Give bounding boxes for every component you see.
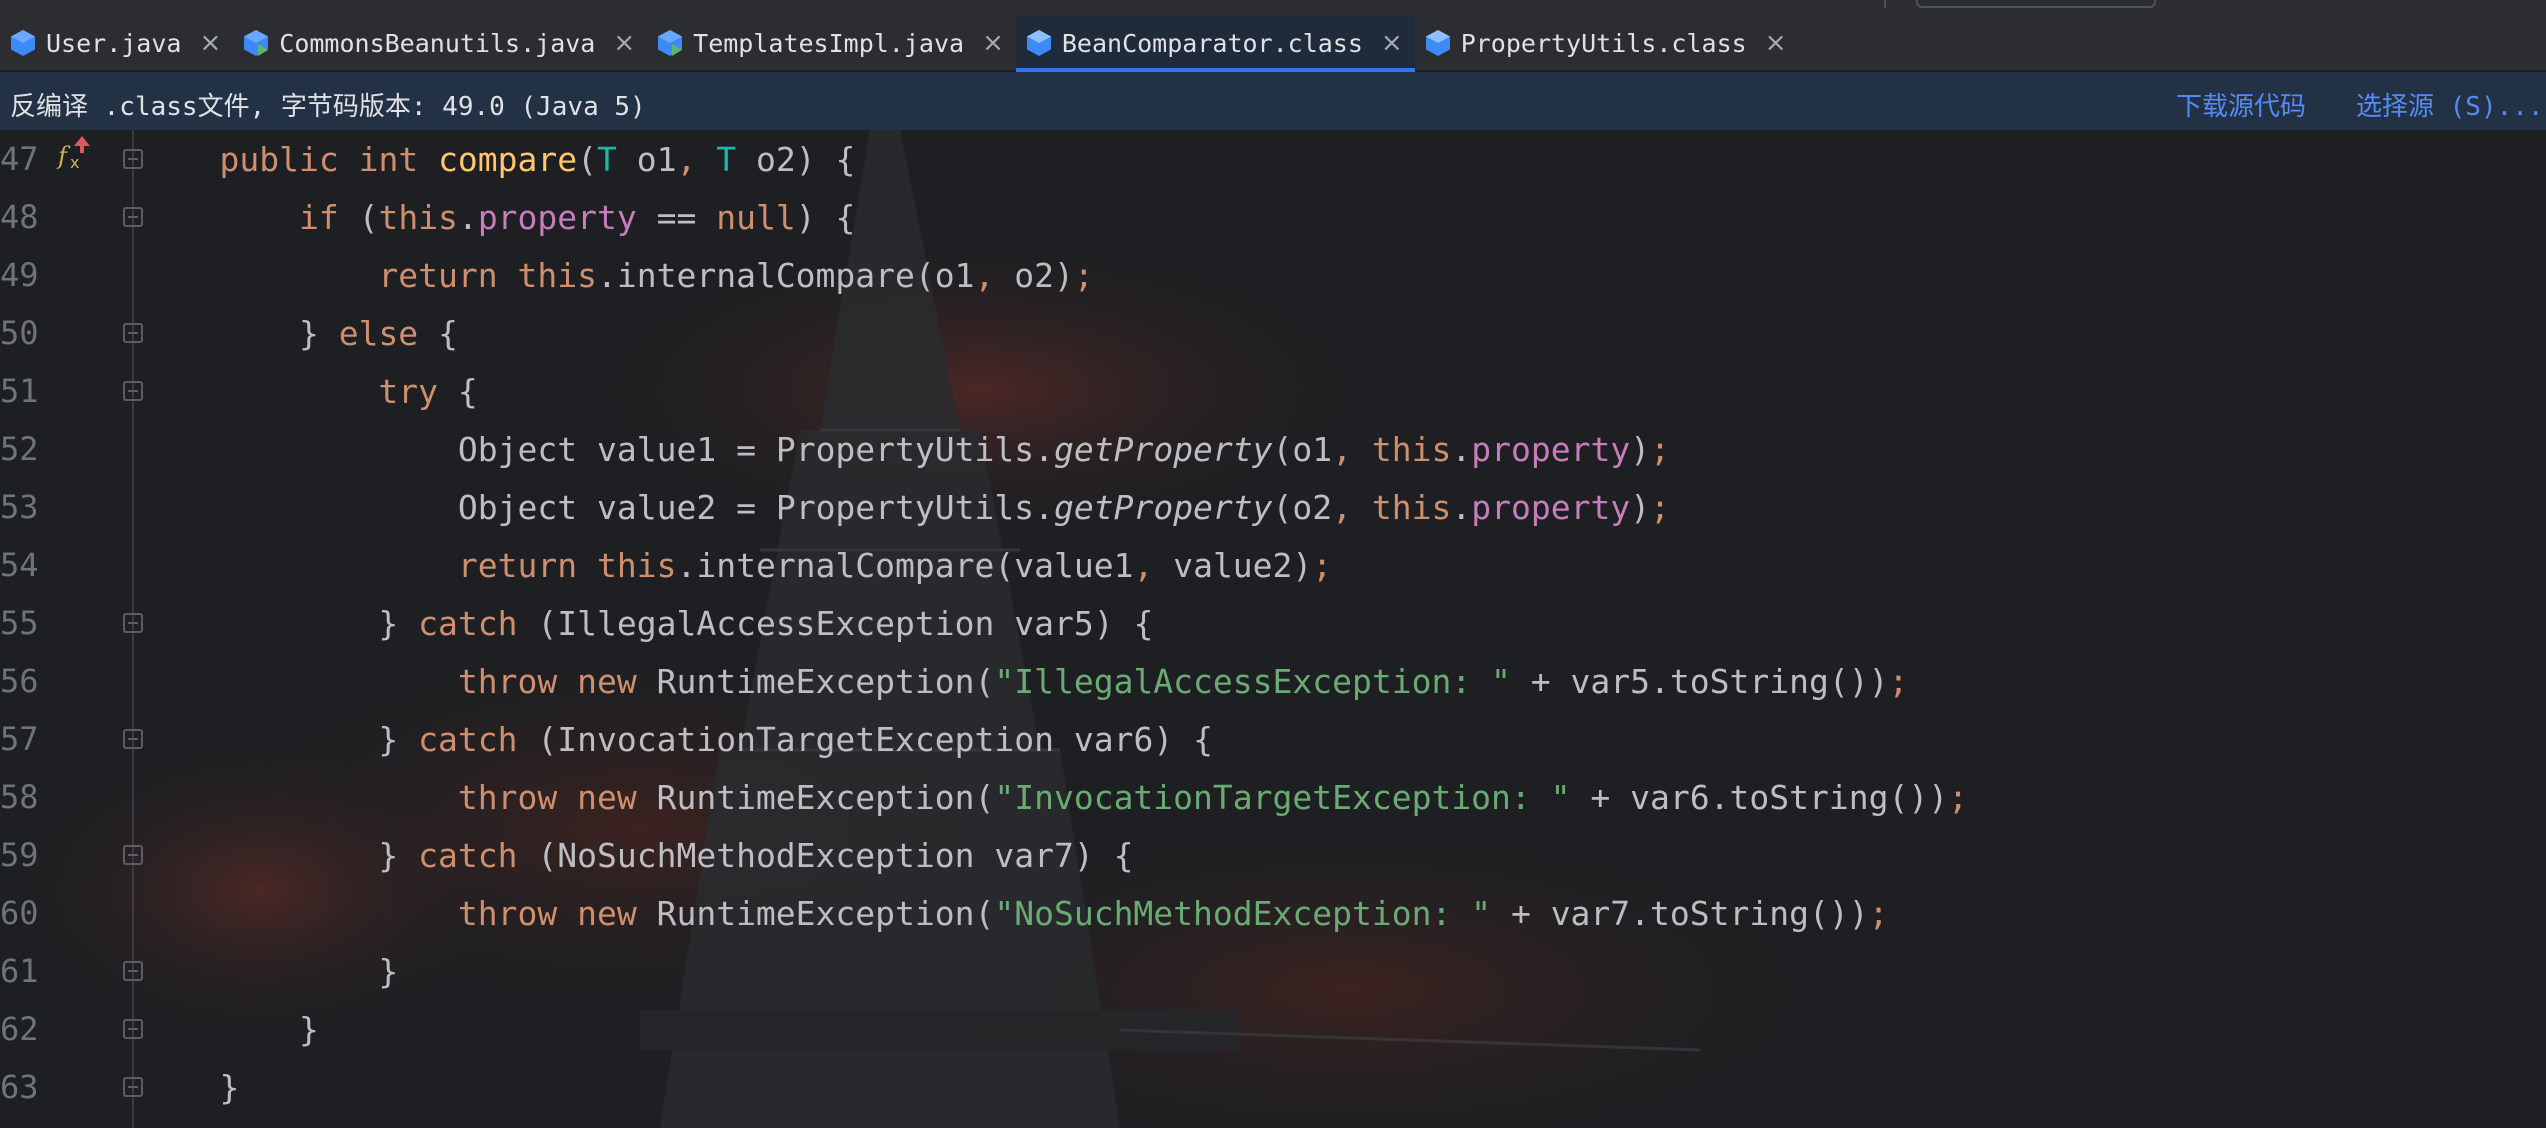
code-line[interactable]: 53 Object value2 = PropertyUtils.getProp… bbox=[0, 480, 2546, 538]
line-number: 49 bbox=[0, 256, 39, 294]
java-class-icon bbox=[11, 30, 35, 56]
close-icon[interactable]: × bbox=[982, 30, 1004, 56]
code-text: } bbox=[219, 1068, 240, 1107]
tab-commonsbeanutils-java[interactable]: CommonsBeanutils.java × bbox=[233, 16, 647, 70]
code-line[interactable]: 54 return this.internalCompare(value1, v… bbox=[0, 538, 2546, 596]
download-source-link[interactable]: 下载源代码 bbox=[2176, 86, 2306, 123]
code-line[interactable]: 57 } catch (InvocationTargetException va… bbox=[0, 712, 2546, 770]
code-text: throw new RuntimeException("InvocationTa… bbox=[457, 778, 1968, 817]
code-text: throw new RuntimeException("IllegalAcces… bbox=[457, 662, 1909, 701]
line-number: 61 bbox=[0, 952, 39, 990]
code-text: } else { bbox=[298, 314, 458, 353]
code-editor[interactable]: f x 47 public int compare(T o1, T o2) {4… bbox=[0, 130, 2546, 1128]
code-line[interactable]: 61 } bbox=[0, 944, 2546, 1002]
close-icon[interactable]: × bbox=[613, 30, 635, 56]
code-text: } catch (NoSuchMethodException var7) { bbox=[378, 836, 1134, 875]
tab-label: PropertyUtils.class bbox=[1460, 28, 1747, 58]
code-line[interactable]: 47 public int compare(T o1, T o2) { bbox=[0, 132, 2546, 190]
line-number: 50 bbox=[0, 314, 39, 352]
code-text: throw new RuntimeException("NoSuchMethod… bbox=[457, 894, 1889, 933]
tab-user-java[interactable]: User.java × bbox=[0, 16, 233, 70]
decompiled-message: 反编译 .class文件, 字节码版本: 49.0 (Java 5) bbox=[10, 92, 646, 122]
line-number: 59 bbox=[0, 836, 39, 874]
code-line[interactable]: 63 } bbox=[0, 1060, 2546, 1118]
code-line[interactable]: 60 throw new RuntimeException("NoSuchMet… bbox=[0, 886, 2546, 944]
tab-templatesimpl-java[interactable]: TemplatesImpl.java × bbox=[647, 16, 1016, 70]
line-number: 60 bbox=[0, 894, 39, 932]
line-number: 53 bbox=[0, 488, 39, 526]
line-number: 56 bbox=[0, 662, 39, 700]
line-number: 54 bbox=[0, 546, 39, 584]
code-text: } bbox=[298, 1010, 319, 1049]
java-class-run-icon bbox=[658, 30, 683, 56]
tab-label: BeanComparator.class bbox=[1061, 28, 1363, 58]
code-line[interactable]: 58 throw new RuntimeException("Invocatio… bbox=[0, 770, 2546, 828]
line-number: 57 bbox=[0, 720, 39, 758]
code-text: try { bbox=[378, 372, 478, 411]
code-line[interactable]: 49 return this.internalCompare(o1, o2); bbox=[0, 248, 2546, 306]
close-icon[interactable]: × bbox=[1381, 30, 1403, 56]
code-line[interactable]: 55 } catch (IllegalAccessException var5)… bbox=[0, 596, 2546, 654]
code-text: public int compare(T o1, T o2) { bbox=[219, 140, 856, 179]
line-number: 58 bbox=[0, 778, 39, 816]
code-line[interactable]: 56 throw new RuntimeException("IllegalAc… bbox=[0, 654, 2546, 712]
code-line[interactable]: 51 try { bbox=[0, 364, 2546, 422]
code-text: } bbox=[378, 952, 399, 991]
toolbar-separator bbox=[1884, 0, 1886, 8]
search-field[interactable] bbox=[1916, 0, 2156, 8]
code-line[interactable]: 48 if (this.property == null) { bbox=[0, 190, 2546, 248]
tab-propertyutils-class[interactable]: PropertyUtils.class × bbox=[1415, 16, 1799, 70]
line-number: 48 bbox=[0, 198, 39, 236]
line-number: 51 bbox=[0, 372, 39, 410]
line-number: 63 bbox=[0, 1068, 39, 1106]
line-number: 52 bbox=[0, 430, 39, 468]
tab-label: CommonsBeanutils.java bbox=[279, 28, 596, 58]
code-text: return this.internalCompare(o1, o2); bbox=[378, 256, 1094, 295]
code-text: Object value1 = PropertyUtils.getPropert… bbox=[457, 430, 1670, 469]
line-number: 55 bbox=[0, 604, 39, 642]
tab-label: TemplatesImpl.java bbox=[693, 28, 965, 58]
ide-window: User.java × CommonsBeanutils.java × Temp… bbox=[0, 0, 2546, 1128]
class-file-icon bbox=[1026, 30, 1051, 56]
code-text: return this.internalCompare(value1, valu… bbox=[457, 546, 1333, 585]
close-icon[interactable]: × bbox=[1765, 30, 1787, 56]
code-line[interactable]: 59 } catch (NoSuchMethodException var7) … bbox=[0, 828, 2546, 886]
code-line[interactable]: 50 } else { bbox=[0, 306, 2546, 364]
choose-source-link[interactable]: 选择源 (S)... bbox=[2356, 86, 2544, 123]
code-text: Object value2 = PropertyUtils.getPropert… bbox=[457, 488, 1670, 527]
toolbar-strip bbox=[0, 0, 2546, 16]
editor-tab-bar: User.java × CommonsBeanutils.java × Temp… bbox=[0, 16, 2546, 72]
line-number: 62 bbox=[0, 1010, 39, 1048]
code-line[interactable]: 62 } bbox=[0, 1002, 2546, 1060]
class-file-icon bbox=[1425, 30, 1450, 56]
code-text: } catch (InvocationTargetException var6)… bbox=[378, 720, 1213, 759]
decompiled-notice-bar: 反编译 .class文件, 字节码版本: 49.0 (Java 5) 下载源代码… bbox=[0, 72, 2546, 130]
code-line[interactable]: 52 Object value1 = PropertyUtils.getProp… bbox=[0, 422, 2546, 480]
code-text: } catch (IllegalAccessException var5) { bbox=[378, 604, 1154, 643]
java-class-run-icon bbox=[244, 30, 269, 56]
line-number: 47 bbox=[0, 140, 39, 178]
tab-label: User.java bbox=[46, 28, 182, 58]
tab-beancomparator-class[interactable]: BeanComparator.class × bbox=[1015, 16, 1415, 72]
close-icon[interactable]: × bbox=[199, 30, 221, 56]
code-text: if (this.property == null) { bbox=[298, 198, 856, 237]
